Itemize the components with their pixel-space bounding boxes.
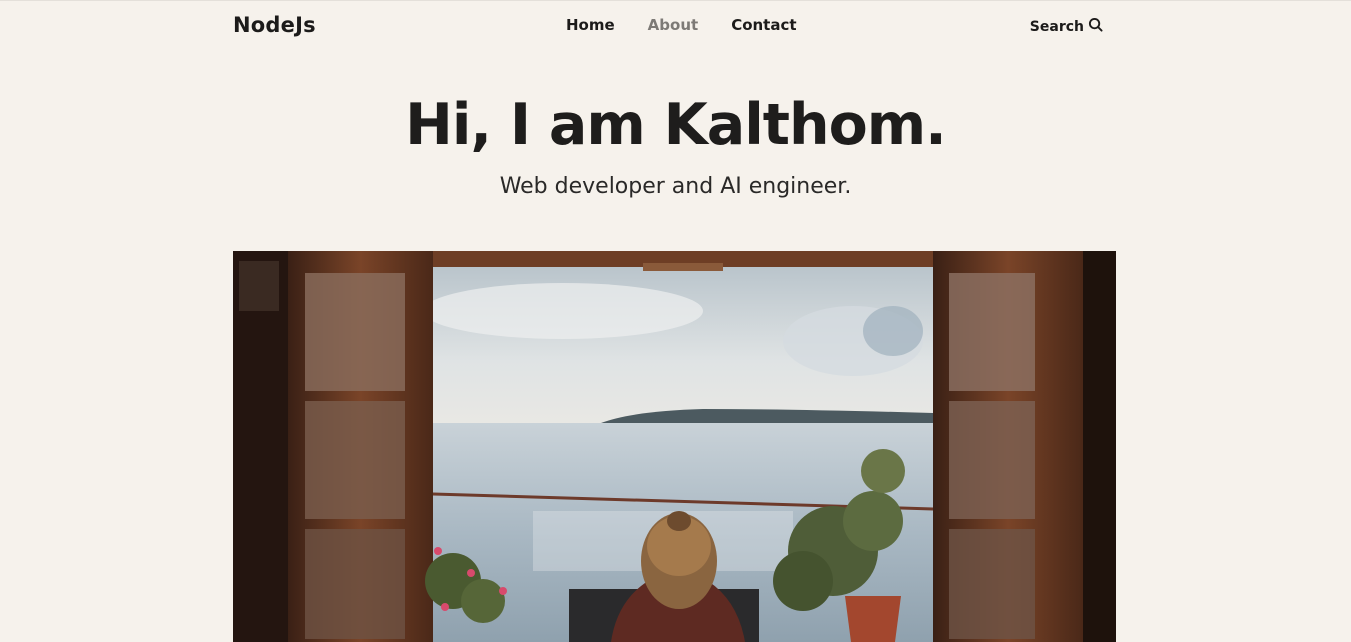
- hero-title: Hi, I am Kalthom.: [405, 92, 947, 158]
- site-header: NodeJs Home About Contact Search: [233, 0, 1103, 52]
- nav-link-contact[interactable]: Contact: [731, 16, 796, 34]
- nav-link-about[interactable]: About: [648, 16, 699, 34]
- search-label: Search: [1029, 18, 1084, 35]
- nav-link-home[interactable]: Home: [566, 16, 615, 34]
- search-button[interactable]: Search: [1030, 17, 1103, 36]
- hero-photo: [233, 251, 1116, 642]
- search-icon: [1088, 17, 1103, 36]
- site-logo[interactable]: NodeJs: [233, 13, 316, 37]
- main-nav: Home About Contact: [566, 16, 797, 34]
- hero-image: [233, 251, 1116, 642]
- hero-subtitle: Web developer and AI engineer.: [499, 174, 852, 199]
